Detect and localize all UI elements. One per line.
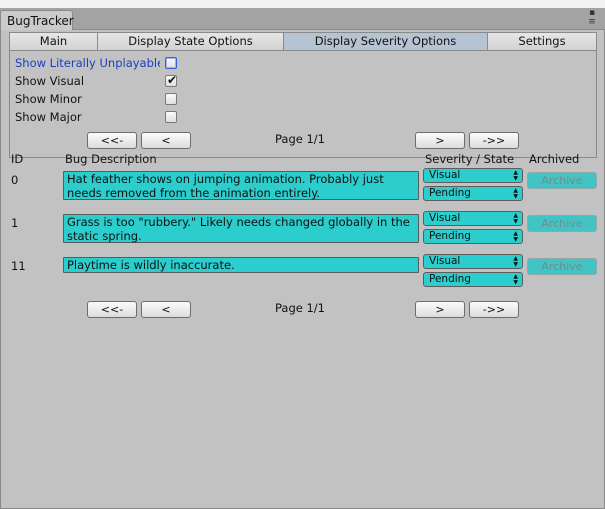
column-header-id: ID	[11, 152, 24, 166]
bugtracker-panel: Main Display State Options Display Sever…	[0, 30, 605, 509]
archive-button[interactable]: Archive	[527, 172, 597, 189]
show-literally-unplayable-checkbox[interactable]	[165, 57, 177, 69]
next-page-button[interactable]: >	[415, 132, 465, 149]
show-visual-checkbox[interactable]: ✔	[165, 73, 178, 87]
state-dropdown[interactable]: Pending ▲ ▼	[423, 229, 523, 244]
page-indicator: Page 1/1	[274, 132, 325, 146]
state-value: Pending	[429, 273, 471, 285]
dropdown-arrow-icon: ▲ ▼	[513, 230, 518, 243]
dropdown-arrow-glyph: ▲ ▼	[513, 169, 518, 182]
option-label: Show Visual	[15, 74, 85, 88]
severity-value: Visual	[429, 169, 461, 181]
tab-main[interactable]: Main	[10, 33, 98, 50]
first-page-button[interactable]: <<-	[87, 132, 137, 149]
tab-settings[interactable]: Settings	[488, 33, 596, 50]
dropdown-arrow-glyph: ▲ ▼	[513, 187, 518, 200]
severity-dropdown[interactable]: Visual ▲ ▼	[423, 168, 523, 183]
show-minor-checkbox[interactable]	[165, 93, 177, 105]
next-page-button-bottom[interactable]: >	[415, 301, 465, 318]
titlebar-strip	[0, 0, 605, 8]
tab-display-state-options[interactable]: Display State Options	[98, 33, 284, 50]
state-value: Pending	[429, 230, 471, 242]
dropdown-arrow-glyph: ▲ ▼	[513, 255, 518, 268]
column-header-severity-state: Severity / State	[425, 152, 515, 166]
severity-dropdown[interactable]: Visual ▲ ▼	[423, 254, 523, 269]
dropdown-arrow-icon: ▲ ▼	[513, 273, 518, 286]
window-tab[interactable]: BugTracker	[0, 10, 74, 31]
prev-page-button-bottom[interactable]: <	[141, 301, 191, 318]
page-indicator-bottom: Page 1/1	[274, 301, 325, 315]
prev-page-button[interactable]: <	[141, 132, 191, 149]
archive-button[interactable]: Archive	[527, 215, 597, 232]
bug-id: 1	[11, 216, 19, 230]
bug-description-field[interactable]: Playtime is wildly inaccurate.	[63, 257, 419, 273]
bug-description-field[interactable]: Hat feather shows on jumping animation. …	[63, 171, 419, 200]
tab-display-severity-options[interactable]: Display Severity Options	[284, 33, 488, 50]
bug-id: 11	[11, 259, 26, 273]
state-dropdown[interactable]: Pending ▲ ▼	[423, 272, 523, 287]
show-major-checkbox[interactable]	[165, 111, 177, 123]
dropdown-arrow-icon: ▲ ▼	[513, 255, 518, 268]
state-value: Pending	[429, 187, 471, 199]
bug-description-field[interactable]: Grass is too "rubbery." Likely needs cha…	[63, 214, 419, 243]
option-label: Show Minor	[15, 92, 82, 106]
dropdown-arrow-glyph: ▲ ▼	[513, 212, 518, 225]
tab-bar: Main Display State Options Display Sever…	[10, 33, 596, 51]
first-page-button-bottom[interactable]: <<-	[87, 301, 137, 318]
column-header-description: Bug Description	[65, 152, 157, 166]
dropdown-arrow-icon: ▲ ▼	[513, 187, 518, 200]
severity-value: Visual	[429, 212, 461, 224]
last-page-button[interactable]: ->>	[469, 132, 519, 149]
bug-id: 0	[11, 173, 19, 187]
severity-dropdown[interactable]: Visual ▲ ▼	[423, 211, 523, 226]
option-label: Show Literally Unplayable	[15, 56, 160, 70]
column-header-archived: Archived	[529, 152, 580, 166]
dropdown-arrow-icon: ▲ ▼	[513, 212, 518, 225]
dropdown-arrow-glyph: ▲ ▼	[513, 230, 518, 243]
window-titlebar: BugTracker ▪ ≡	[0, 0, 605, 31]
archive-button[interactable]: Archive	[527, 258, 597, 275]
last-page-button-bottom[interactable]: ->>	[469, 301, 519, 318]
menu-icon[interactable]: ≡	[585, 18, 599, 27]
state-dropdown[interactable]: Pending ▲ ▼	[423, 186, 523, 201]
dropdown-arrow-icon: ▲ ▼	[513, 169, 518, 182]
option-label: Show Major	[15, 110, 82, 124]
window-controls[interactable]: ▪ ≡	[585, 9, 599, 29]
dropdown-arrow-glyph: ▲ ▼	[513, 273, 518, 286]
severity-value: Visual	[429, 255, 461, 267]
checkmark-icon: ✔	[167, 73, 178, 87]
